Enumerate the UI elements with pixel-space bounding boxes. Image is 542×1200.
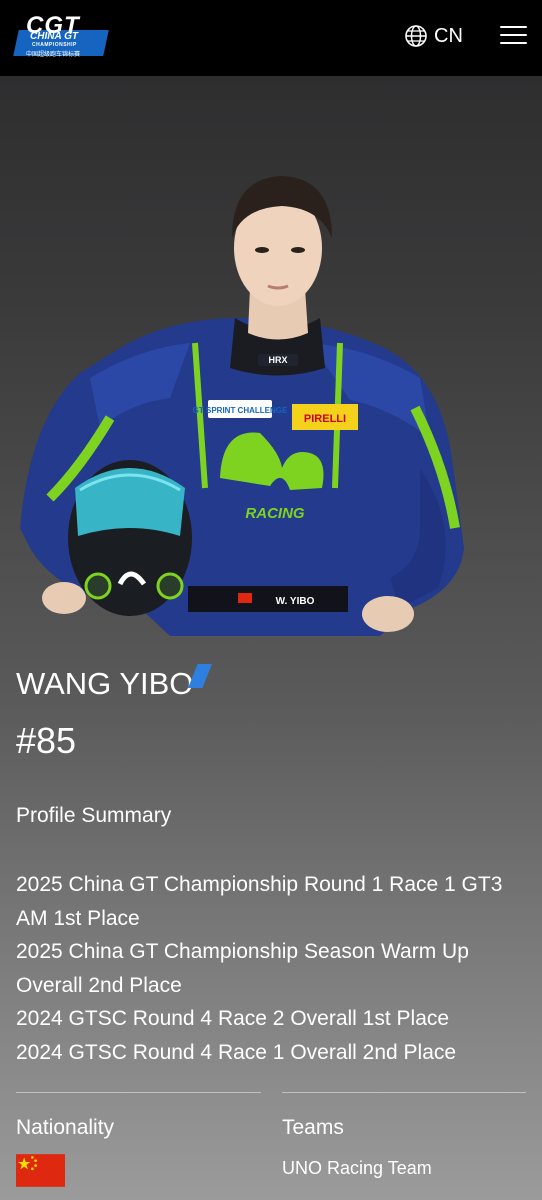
logo-line-2: CHAMPIONSHIP <box>32 42 77 48</box>
logo-line-3: 中国超级跑车锦标赛 <box>26 52 81 58</box>
suit-series-badge: GT SPRINT CHALLENGE <box>193 406 288 415</box>
teams-divider <box>282 1092 526 1093</box>
driver-photo: HRX GT SPRINT CHALLENGE PIRELLI RACING W… <box>20 176 464 636</box>
profile-summary-item: 2024 GTSC Round 4 Race 2 Overall 1st Pla… <box>16 1007 450 1030</box>
profile-summary-list: 2025 China GT Championship Round 1 Race … <box>16 868 528 1069</box>
suit-sponsor: PIRELLI <box>304 413 346 425</box>
team-name[interactable]: UNO Racing Team <box>282 1158 432 1179</box>
driver-name: WANG YIBO <box>16 666 194 701</box>
nationality-label: Nationality <box>16 1116 115 1139</box>
profile-summary-item: 2025 China GT Championship Round 1 Race … <box>16 873 503 930</box>
driver-number: #85 <box>16 720 77 761</box>
globe-icon <box>405 25 427 47</box>
profile-summary-title: Profile Summary <box>16 804 172 827</box>
china-flag-icon <box>16 1154 65 1187</box>
teams-label: Teams <box>282 1116 344 1139</box>
cgt-logo[interactable]: CGT CHINA GT CHAMPIONSHIP 中国超级跑车锦标赛 <box>13 12 109 58</box>
nationality-divider <box>16 1092 261 1093</box>
profile-summary-item: 2024 GTSC Round 4 Race 1 Overall 2nd Pla… <box>16 1040 457 1064</box>
suit-collar-brand: HRX <box>268 355 287 365</box>
profile-summary-item: 2025 China GT Championship Season Warm U… <box>16 940 469 997</box>
suit-name-tag: W. YIBO <box>276 596 315 607</box>
logo-line-1: CHINA GT <box>30 31 78 42</box>
hamburger-menu-icon[interactable] <box>500 24 528 46</box>
top-navigation-bar: CGT CHINA GT CHAMPIONSHIP 中国超级跑车锦标赛 CN <box>0 0 542 76</box>
language-code: CN <box>434 24 463 47</box>
suit-team-mark: RACING <box>245 505 304 522</box>
language-switcher[interactable]: CN <box>404 22 463 50</box>
